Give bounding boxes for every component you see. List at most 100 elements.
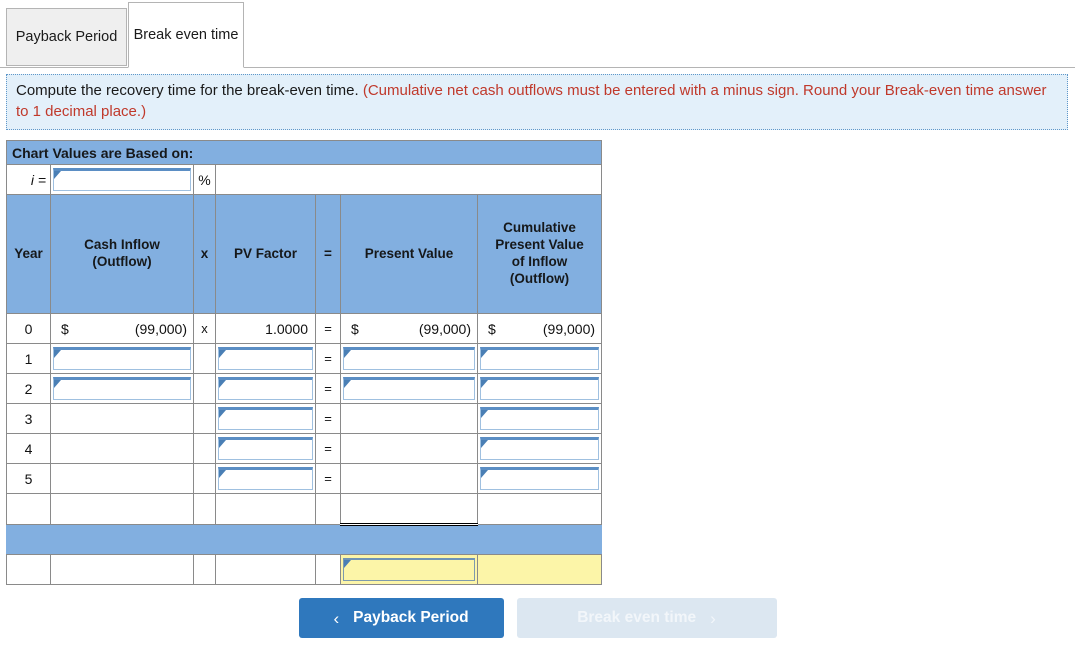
cash-inflow-line2: (Outflow) bbox=[92, 254, 152, 269]
row-2-pv-factor-input[interactable] bbox=[218, 377, 313, 400]
instruction-banner: Compute the recovery time for the break-… bbox=[6, 74, 1068, 131]
row-2-cumulative-input[interactable] bbox=[480, 377, 600, 400]
row-5-equals: = bbox=[315, 463, 341, 494]
answer-pv-factor-cell bbox=[215, 554, 316, 585]
row-4-pv-factor-input[interactable] bbox=[218, 437, 313, 460]
column-header-cash-inflow: Cash Inflow (Outflow) bbox=[50, 194, 194, 314]
row-3-pv-factor-cell bbox=[215, 403, 316, 434]
row-5-cash-inflow-cell bbox=[50, 463, 194, 494]
cumulative-line4: (Outflow) bbox=[509, 270, 570, 286]
row-3-cash-inflow-cell bbox=[50, 403, 194, 434]
interest-rate-filler bbox=[214, 164, 603, 195]
instruction-main-text: Compute the recovery time for the break-… bbox=[16, 82, 363, 99]
column-header-equals: = bbox=[315, 194, 341, 314]
next-break-even-time-button[interactable]: Break even time › bbox=[516, 598, 777, 638]
row-5-present-value-cell bbox=[340, 463, 478, 494]
row-0-cum-symbol: $ bbox=[488, 320, 496, 337]
row-3-pv-factor-input[interactable] bbox=[218, 407, 313, 430]
cumulative-line2: Present Value bbox=[495, 237, 584, 253]
row-year-5: 5 bbox=[6, 463, 51, 494]
row-0-cash-amount: (99,000) bbox=[134, 320, 187, 337]
chevron-right-icon: › bbox=[710, 608, 716, 628]
cumulative-line1: Cumulative bbox=[503, 220, 576, 236]
row-1-times-cell bbox=[193, 343, 216, 374]
row-4-cumulative-input[interactable] bbox=[480, 437, 600, 460]
row-2-times-cell bbox=[193, 373, 216, 404]
row-2-equals: = bbox=[315, 373, 341, 404]
row-3-cumulative-input[interactable] bbox=[480, 407, 600, 430]
row-0-pv-amount: (99,000) bbox=[418, 320, 471, 337]
cash-inflow-line1: Cash Inflow bbox=[84, 237, 160, 253]
row-2-pv-factor-cell bbox=[215, 373, 316, 404]
total-pv-factor-cell bbox=[215, 493, 316, 525]
row-0-cash-inflow: $ (99,000) bbox=[50, 313, 194, 344]
section-divider-row bbox=[5, 524, 603, 555]
row-5-cumulative-input[interactable] bbox=[480, 467, 600, 490]
row-4-equals: = bbox=[315, 433, 341, 464]
row-1-cash-inflow-input[interactable] bbox=[53, 347, 191, 370]
row-3-cumulative-cell bbox=[476, 403, 603, 434]
interest-rate-label: i = bbox=[6, 164, 51, 195]
tab-payback-period-label: Payback Period bbox=[15, 28, 118, 45]
row-2-cumulative-cell bbox=[476, 373, 603, 404]
previous-payback-period-button[interactable]: ‹ Payback Period bbox=[298, 598, 504, 638]
row-3-times-cell bbox=[193, 403, 216, 434]
row-1-cumulative-input[interactable] bbox=[480, 347, 600, 370]
total-row bbox=[6, 493, 603, 526]
table-row: 5 = bbox=[6, 463, 603, 494]
row-2-present-value-input[interactable] bbox=[343, 377, 475, 400]
worksheet-title-row: Chart Values are Based on: bbox=[5, 140, 603, 165]
total-present-value-cell bbox=[340, 493, 478, 526]
answer-year-cell bbox=[6, 554, 51, 585]
row-3-present-value-cell bbox=[340, 403, 478, 434]
chevron-left-icon: ‹ bbox=[333, 608, 340, 628]
tab-break-even-time-label: Break even time bbox=[133, 26, 239, 43]
table-row: 1 = bbox=[6, 343, 603, 374]
row-0-times: x bbox=[193, 313, 216, 344]
row-2-cash-inflow-input[interactable] bbox=[53, 377, 191, 400]
row-4-cash-inflow-cell bbox=[50, 433, 194, 464]
row-1-cumulative-cell bbox=[476, 343, 603, 374]
total-cash-inflow-cell bbox=[50, 493, 194, 525]
column-header-present-value: Present Value bbox=[340, 194, 478, 314]
row-4-times-cell bbox=[193, 433, 216, 464]
row-1-pv-factor-cell bbox=[215, 343, 316, 374]
row-year-2: 2 bbox=[6, 373, 51, 404]
row-year-3: 3 bbox=[6, 403, 51, 434]
table-row: 3 = bbox=[6, 403, 603, 434]
row-3-equals: = bbox=[315, 403, 341, 434]
total-times-cell bbox=[193, 493, 216, 525]
tab-break-even-time[interactable]: Break even time bbox=[128, 2, 244, 68]
percent-symbol: % bbox=[193, 164, 216, 195]
navigation-bar: ‹ Payback Period Break even time › bbox=[0, 598, 1075, 646]
total-year-cell bbox=[6, 493, 51, 525]
answer-times-cell bbox=[193, 554, 216, 585]
answer-row bbox=[6, 554, 603, 585]
row-5-pv-factor-input[interactable] bbox=[218, 467, 313, 490]
row-4-present-value-cell bbox=[340, 433, 478, 464]
break-even-time-answer-input[interactable] bbox=[343, 558, 475, 581]
answer-cumulative-cell bbox=[476, 554, 603, 585]
answer-cash-inflow-cell bbox=[50, 554, 194, 585]
tab-payback-period[interactable]: Payback Period bbox=[6, 8, 127, 66]
table-row: 2 = bbox=[6, 373, 603, 404]
section-divider bbox=[5, 524, 603, 555]
total-cumulative-cell bbox=[476, 493, 603, 525]
column-header-row: Year Cash Inflow (Outflow) x PV Factor =… bbox=[6, 194, 603, 314]
row-0-present-value: $ (99,000) bbox=[340, 313, 478, 344]
row-year-0: 0 bbox=[6, 313, 51, 344]
row-2-cash-inflow-cell bbox=[50, 373, 194, 404]
column-header-pv-factor: PV Factor bbox=[215, 194, 316, 314]
table-row: 4 = bbox=[6, 433, 603, 464]
row-0-cash-symbol: $ bbox=[61, 320, 69, 337]
tab-bar: Payback Period Break even time bbox=[0, 0, 1075, 68]
row-0-pv-symbol: $ bbox=[351, 320, 359, 337]
interest-rate-input[interactable] bbox=[53, 168, 191, 191]
row-1-equals: = bbox=[315, 343, 341, 374]
row-1-pv-factor-input[interactable] bbox=[218, 347, 313, 370]
row-2-present-value-cell bbox=[340, 373, 478, 404]
answer-value-cell bbox=[340, 554, 478, 585]
row-5-times-cell bbox=[193, 463, 216, 494]
row-0-cumulative: $ (99,000) bbox=[476, 313, 603, 344]
row-1-present-value-input[interactable] bbox=[343, 347, 475, 370]
